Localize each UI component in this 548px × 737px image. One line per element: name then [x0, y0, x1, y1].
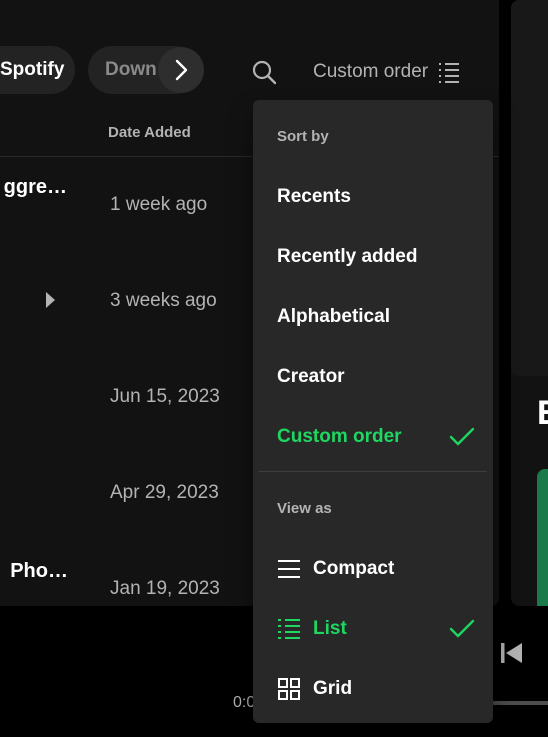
- playback-progress-bar[interactable]: [492, 701, 548, 705]
- search-icon: [252, 60, 277, 85]
- row-title[interactable]: ggre…: [0, 176, 67, 199]
- sort-view-menu: Sort by Recents Recently added Alphabeti…: [253, 100, 493, 723]
- content-card: [511, 0, 548, 376]
- filter-chip-label: Down: [105, 59, 157, 80]
- menu-item-creator[interactable]: Creator: [253, 349, 493, 405]
- right-panel: E: [511, 0, 548, 606]
- row-date: 1 week ago: [110, 194, 208, 215]
- featured-card[interactable]: [537, 469, 548, 606]
- menu-divider: [259, 471, 487, 472]
- grid-icon: [277, 677, 301, 701]
- row-date: Jun 15, 2023: [110, 386, 220, 407]
- filter-chip-spotify[interactable]: Spotify: [0, 46, 75, 94]
- menu-item-custom-order[interactable]: Custom order: [253, 409, 493, 465]
- row-title[interactable]: Pho…: [0, 560, 68, 583]
- section-heading: E: [537, 394, 548, 433]
- search-button[interactable]: [248, 56, 280, 88]
- checkmark-icon: [449, 619, 475, 638]
- list-icon: [277, 617, 301, 641]
- row-date: Apr 29, 2023: [110, 482, 219, 503]
- menu-item-recents[interactable]: Recents: [253, 169, 493, 225]
- column-header-date-added[interactable]: Date Added: [108, 124, 191, 141]
- menu-item-label: Creator: [277, 366, 345, 387]
- filter-chip-label: Spotify: [0, 59, 65, 80]
- list-icon: [439, 63, 460, 83]
- menu-item-compact[interactable]: Compact: [253, 541, 493, 597]
- sort-button[interactable]: Custom order: [313, 56, 460, 88]
- menu-item-alphabetical[interactable]: Alphabetical: [253, 289, 493, 345]
- play-icon[interactable]: [46, 292, 55, 308]
- menu-item-label: Compact: [313, 558, 395, 579]
- menu-item-label: Recents: [277, 186, 351, 207]
- menu-item-label: List: [313, 618, 347, 639]
- sort-by-label: Sort by: [277, 128, 329, 145]
- compact-icon: [277, 557, 301, 581]
- menu-item-list[interactable]: List: [253, 601, 493, 657]
- view-as-label: View as: [277, 500, 332, 517]
- skip-previous-icon[interactable]: [498, 640, 524, 666]
- menu-item-label: Recently added: [277, 246, 418, 267]
- row-date: 3 weeks ago: [110, 290, 217, 311]
- sort-label: Custom order: [313, 61, 429, 82]
- menu-item-label: Grid: [313, 678, 353, 699]
- checkmark-icon: [449, 427, 475, 446]
- menu-item-label: Custom order: [277, 426, 402, 447]
- elapsed-time: 0:0: [233, 694, 256, 711]
- menu-item-grid[interactable]: Grid: [253, 661, 493, 717]
- chevron-right-icon[interactable]: [158, 47, 204, 93]
- menu-item-label: Alphabetical: [277, 306, 390, 327]
- row-date: Jan 19, 2023: [110, 578, 220, 599]
- menu-item-recently-added[interactable]: Recently added: [253, 229, 493, 285]
